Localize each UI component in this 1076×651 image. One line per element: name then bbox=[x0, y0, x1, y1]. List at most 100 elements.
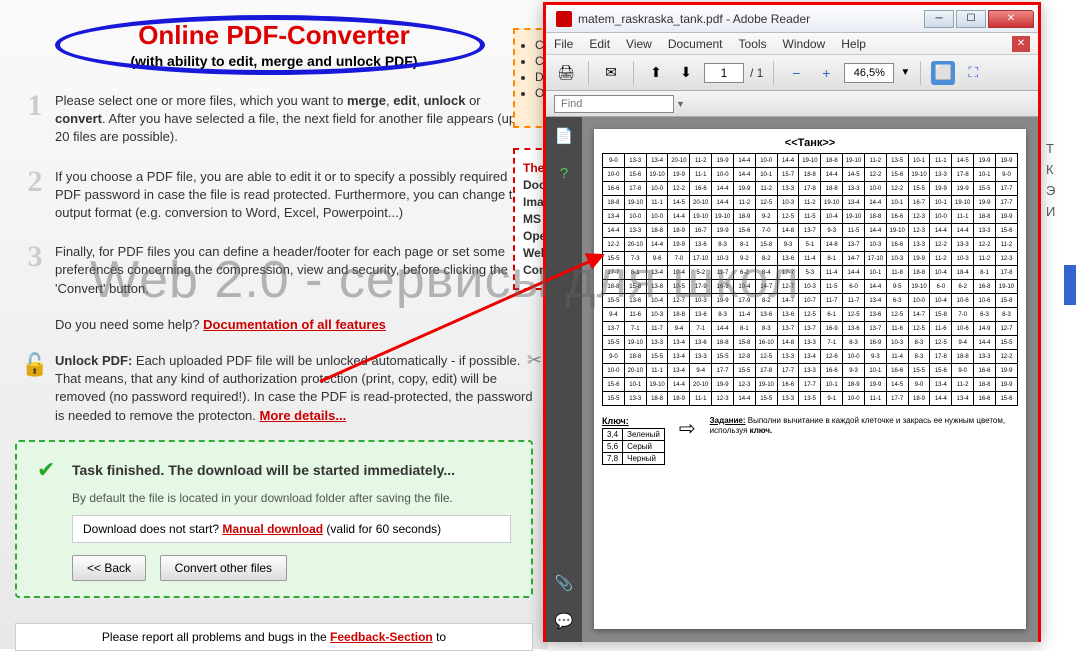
grid-cell: 19-9 bbox=[712, 224, 734, 238]
grid-cell: 13-3 bbox=[777, 182, 799, 196]
key-cell: Серый bbox=[623, 441, 665, 453]
minimize-button[interactable]: ─ bbox=[924, 10, 954, 28]
grid-cell: 6-2 bbox=[733, 266, 755, 280]
grid-cell: 13-3 bbox=[974, 350, 996, 364]
convert-other-button[interactable]: Convert other files bbox=[160, 555, 287, 581]
title-area: Online PDF-Converter (with ability to ed… bbox=[15, 20, 533, 69]
menu-document[interactable]: Document bbox=[668, 37, 723, 51]
grid-cell: 9-4 bbox=[603, 308, 625, 322]
menu-help[interactable]: Help bbox=[841, 37, 866, 51]
find-bar: ▼ bbox=[546, 91, 1038, 117]
grid-cell: 12-2 bbox=[668, 182, 690, 196]
blue-fragment bbox=[1064, 265, 1076, 305]
grid-cell: 11-1 bbox=[864, 392, 886, 406]
menu-view[interactable]: View bbox=[626, 37, 652, 51]
menu-edit[interactable]: Edit bbox=[589, 37, 610, 51]
grid-cell: 8-3 bbox=[843, 336, 865, 350]
zoom-input[interactable] bbox=[844, 63, 894, 83]
pdf-page: <<Танк>> 9-013-313-420-1011-219-914-410-… bbox=[594, 129, 1026, 629]
grid-cell: 15-5 bbox=[974, 182, 996, 196]
grid-cell: 10-3 bbox=[712, 252, 734, 266]
grid-cell: 8-3 bbox=[712, 308, 734, 322]
manual-download-link[interactable]: Manual download bbox=[222, 522, 323, 536]
grid-cell: 14-4 bbox=[864, 224, 886, 238]
page-down-icon[interactable]: ⬇ bbox=[674, 61, 698, 85]
zoom-in-icon[interactable]: + bbox=[814, 61, 838, 85]
grid-cell: 17-7 bbox=[712, 364, 734, 378]
menu-close-icon[interactable]: ✕ bbox=[1012, 36, 1030, 52]
grid-cell: 18-8 bbox=[646, 224, 668, 238]
red-box-item: MS O bbox=[523, 212, 543, 226]
grid-cell: 9-0 bbox=[603, 154, 625, 168]
grid-cell: 14-5 bbox=[668, 196, 690, 210]
find-input[interactable] bbox=[554, 95, 674, 113]
maximize-button[interactable]: ☐ bbox=[956, 10, 986, 28]
grid-cell: 15-5 bbox=[908, 182, 930, 196]
attachment-icon[interactable]: 📎 bbox=[554, 574, 574, 594]
grid-cell: 10-4 bbox=[821, 210, 843, 224]
grid-cell: 13-3 bbox=[799, 364, 821, 378]
grid-cell: 12-6 bbox=[821, 350, 843, 364]
red-box-item: Cont bbox=[523, 263, 543, 277]
back-button[interactable]: << Back bbox=[72, 555, 146, 581]
grid-cell: 13-3 bbox=[908, 238, 930, 252]
task-description: Задание: Выполни вычитание в каждой клет… bbox=[710, 416, 1018, 465]
grid-cell: 15-6 bbox=[995, 224, 1017, 238]
grid-cell: 19-10 bbox=[690, 210, 712, 224]
grid-cell: 17-10 bbox=[690, 252, 712, 266]
grid-cell: 19-10 bbox=[821, 196, 843, 210]
page-up-icon[interactable]: ⬆ bbox=[644, 61, 668, 85]
grid-cell: 11-1 bbox=[690, 392, 712, 406]
comment-icon[interactable]: 💬 bbox=[554, 612, 574, 632]
grid-cell: 13-4 bbox=[864, 294, 886, 308]
grid-cell: 10-1 bbox=[864, 266, 886, 280]
print-icon[interactable]: 🖨 bbox=[554, 61, 578, 85]
unlock-text: Unlock PDF: Each uploaded PDF file will … bbox=[55, 352, 533, 425]
page-title: Online PDF-Converter bbox=[15, 20, 533, 51]
grid-cell: 10-3 bbox=[777, 196, 799, 210]
email-icon[interactable]: ✉ bbox=[599, 61, 623, 85]
reader-content-area[interactable]: <<Танк>> 9-013-313-420-1011-219-914-410-… bbox=[582, 117, 1038, 642]
grid-cell: 14-4 bbox=[646, 238, 668, 252]
grid-cell: 13-4 bbox=[646, 266, 668, 280]
reader-titlebar[interactable]: matem_raskraska_tank.pdf - Adobe Reader … bbox=[546, 5, 1038, 33]
grid-cell: 12-8 bbox=[733, 350, 755, 364]
documentation-link[interactable]: Documentation of all features bbox=[203, 317, 386, 332]
red-box-title: The bbox=[523, 161, 543, 175]
pages-panel-icon[interactable]: 📄 bbox=[554, 127, 574, 147]
grid-cell: 18-8 bbox=[974, 378, 996, 392]
grid-cell: 14-5 bbox=[952, 154, 974, 168]
close-button[interactable]: ✕ bbox=[988, 10, 1034, 28]
grid-cell: 8-3 bbox=[908, 336, 930, 350]
menu-tools[interactable]: Tools bbox=[739, 37, 767, 51]
help-icon[interactable]: ? bbox=[554, 165, 574, 185]
grid-cell: 10-0 bbox=[930, 210, 952, 224]
grid-cell: 10-0 bbox=[603, 364, 625, 378]
grid-cell: 11-5 bbox=[843, 224, 865, 238]
menu-file[interactable]: File bbox=[554, 37, 573, 51]
grid-cell: 8-3 bbox=[995, 308, 1017, 322]
fit-page-icon[interactable]: ⛶ bbox=[961, 61, 985, 85]
grid-cell: 16-9 bbox=[821, 322, 843, 336]
feedback-link[interactable]: Feedback-Section bbox=[330, 630, 433, 644]
grid-cell: 18-8 bbox=[864, 210, 886, 224]
grid-cell: 12-7 bbox=[777, 280, 799, 294]
grid-cell: 19-9 bbox=[712, 294, 734, 308]
grid-cell: 18-8 bbox=[624, 350, 646, 364]
grid-cell: 18-9 bbox=[668, 392, 690, 406]
menu-window[interactable]: Window bbox=[783, 37, 826, 51]
grid-cell: 19-9 bbox=[864, 378, 886, 392]
grid-cell: 12-2 bbox=[995, 350, 1017, 364]
grid-cell: 11-4 bbox=[799, 252, 821, 266]
zoom-out-icon[interactable]: − bbox=[784, 61, 808, 85]
fit-width-icon[interactable]: ⬜ bbox=[931, 61, 955, 85]
grid-cell: 11-1 bbox=[930, 154, 952, 168]
grid-cell: 9-1 bbox=[821, 392, 843, 406]
page-input[interactable] bbox=[704, 63, 744, 83]
check-icon: ✔ bbox=[37, 457, 72, 483]
more-details-link[interactable]: More details... bbox=[260, 408, 347, 423]
grid-cell: 9-2 bbox=[733, 252, 755, 266]
grid-cell: 15-5 bbox=[995, 336, 1017, 350]
grid-cell: 7-0 bbox=[668, 252, 690, 266]
grid-cell: 13-3 bbox=[952, 238, 974, 252]
